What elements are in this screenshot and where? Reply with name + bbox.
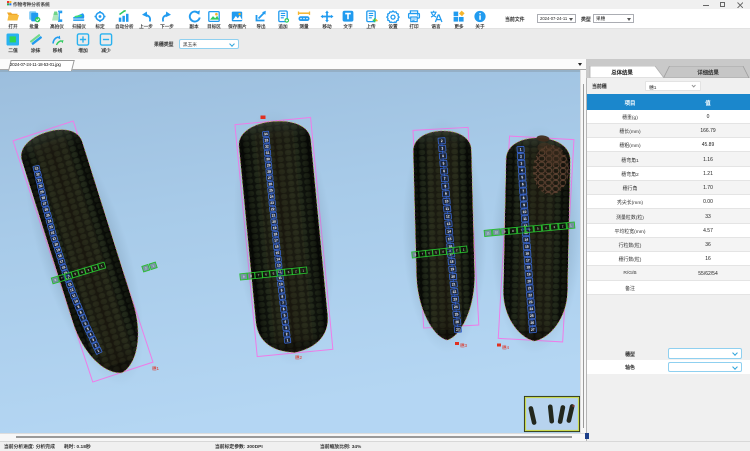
svg-text:15: 15 — [448, 237, 452, 241]
svg-text:27: 27 — [531, 328, 535, 332]
svg-text:26: 26 — [455, 320, 459, 324]
svg-text:18: 18 — [526, 265, 530, 269]
svg-text:11: 11 — [445, 207, 449, 211]
svg-text:14: 14 — [276, 257, 280, 261]
svg-text:19: 19 — [450, 267, 454, 271]
svg-text:20: 20 — [527, 279, 531, 283]
svg-text:1: 1 — [520, 148, 522, 152]
svg-text:24: 24 — [529, 307, 533, 311]
svg-text:28: 28 — [267, 170, 271, 174]
svg-text:8: 8 — [523, 196, 525, 200]
svg-text:7: 7 — [522, 189, 524, 193]
svg-text:详细结果: 详细结果 — [697, 69, 719, 77]
svg-text:16: 16 — [525, 251, 529, 255]
svg-text:23: 23 — [529, 300, 533, 304]
svg-text:穗4: 穗4 — [502, 344, 509, 351]
svg-text:13: 13 — [277, 263, 281, 267]
svg-text:5: 5 — [521, 175, 523, 179]
svg-text:21: 21 — [528, 286, 532, 290]
svg-text:25: 25 — [269, 188, 273, 192]
svg-text:12: 12 — [446, 214, 450, 218]
svg-text:17: 17 — [274, 238, 278, 242]
svg-text:6: 6 — [522, 182, 524, 186]
svg-text:14: 14 — [524, 238, 528, 242]
svg-text:2: 2 — [520, 154, 522, 158]
svg-text:3: 3 — [520, 161, 522, 165]
svg-text:15: 15 — [525, 245, 529, 249]
svg-text:9: 9 — [523, 203, 525, 207]
svg-text:29: 29 — [267, 163, 271, 167]
svg-text:32: 32 — [265, 144, 269, 148]
svg-text:26: 26 — [530, 321, 534, 325]
svg-text:27: 27 — [268, 176, 272, 180]
svg-text:16: 16 — [275, 245, 279, 249]
svg-text:15: 15 — [275, 251, 279, 255]
svg-text:22: 22 — [452, 290, 456, 294]
svg-text:18: 18 — [450, 260, 454, 264]
svg-text:10: 10 — [279, 282, 283, 286]
svg-text:23: 23 — [453, 297, 457, 301]
svg-text:22: 22 — [528, 293, 532, 297]
svg-text:26: 26 — [268, 182, 272, 186]
svg-text:23: 23 — [270, 201, 274, 205]
svg-text:穗2: 穗2 — [295, 354, 302, 361]
svg-text:31: 31 — [265, 151, 269, 155]
svg-text:20: 20 — [272, 220, 276, 224]
svg-text:穗1: 穗1 — [152, 365, 159, 372]
svg-text:18: 18 — [273, 232, 277, 236]
svg-text:27: 27 — [456, 327, 460, 331]
svg-text:10: 10 — [444, 199, 448, 203]
svg-text:13: 13 — [446, 222, 450, 226]
svg-text:22: 22 — [271, 207, 275, 211]
svg-text:25: 25 — [454, 312, 458, 316]
svg-text:19: 19 — [273, 226, 277, 230]
svg-text:17: 17 — [526, 258, 530, 262]
svg-text:10: 10 — [522, 210, 526, 214]
svg-text:14: 14 — [447, 229, 451, 233]
svg-text:穗3: 穗3 — [460, 342, 467, 349]
svg-text:19: 19 — [527, 272, 531, 276]
svg-text:34: 34 — [264, 132, 268, 136]
svg-text:11: 11 — [523, 217, 527, 221]
svg-text:33: 33 — [264, 138, 268, 142]
svg-text:24: 24 — [270, 195, 274, 199]
svg-text:30: 30 — [266, 157, 270, 161]
svg-text:21: 21 — [271, 213, 275, 217]
svg-text:总体结果: 总体结果 — [611, 69, 633, 77]
svg-text:25: 25 — [530, 314, 534, 318]
svg-text:21: 21 — [452, 282, 456, 286]
svg-text:4: 4 — [521, 168, 523, 172]
svg-text:24: 24 — [454, 305, 458, 309]
svg-text:20: 20 — [451, 275, 455, 279]
